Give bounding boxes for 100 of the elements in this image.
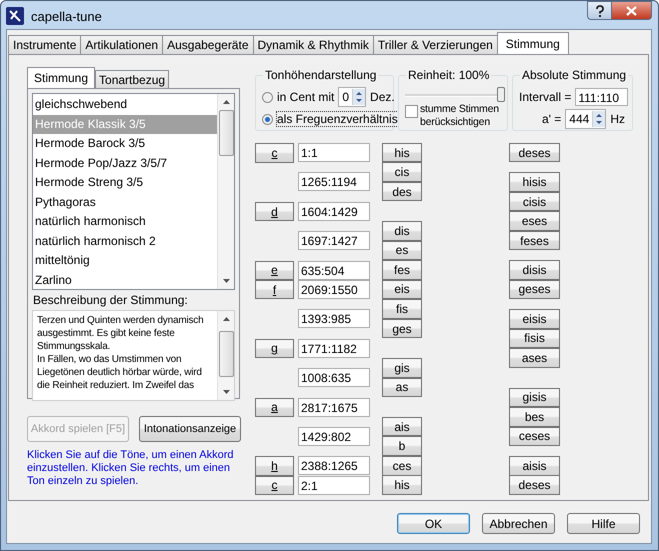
list-item[interactable]: Zarlino: [33, 270, 217, 289]
hint-text: Klicken Sie auf die Töne, um einen Akkord einzustellen. Klicken Sie rechts, um einen Ton einzeln zu spielen.: [27, 449, 234, 488]
list-item[interactable]: natürlich harmonisch 2: [33, 232, 217, 251]
tone-button[interactable]: aisis: [509, 456, 560, 476]
ratio-field[interactable]: 1265:1194: [298, 172, 370, 192]
tone-button[interactable]: hisis: [509, 172, 560, 192]
group-title: Absolute Stimmung: [520, 68, 628, 82]
scroll-up-icon[interactable]: [222, 100, 230, 104]
tone-button[interactable]: ces: [382, 456, 422, 476]
tone-button[interactable]: fes: [382, 260, 422, 280]
scroll-thumb[interactable]: [218, 331, 234, 377]
tone-button[interactable]: dis: [382, 221, 422, 241]
list-item[interactable]: mitteltönig: [33, 251, 217, 270]
scroll-down-icon[interactable]: [222, 390, 230, 394]
dialog-button[interactable]: OK: [397, 513, 470, 534]
scroll-up-icon[interactable]: [222, 317, 230, 321]
tone-button[interactable]: ges: [382, 318, 422, 338]
note-button[interactable]: d: [255, 202, 294, 222]
ratio-field[interactable]: 1697:1427: [298, 231, 370, 250]
tone-button[interactable]: his: [382, 142, 422, 162]
ratio-field[interactable]: 1604:1429: [298, 202, 370, 221]
tab[interactable]: Stimmung: [27, 67, 96, 88]
tone-button[interactable]: geses: [509, 280, 560, 300]
spin-arrows-icon[interactable]: [352, 89, 366, 105]
tone-button[interactable]: gisis: [509, 388, 560, 407]
tone-button[interactable]: eis: [382, 280, 422, 300]
help-button[interactable]: [587, 1, 612, 20]
tab[interactable]: Stimmung: [496, 32, 569, 54]
decimals-spinbox[interactable]: 0: [338, 87, 366, 107]
tone-button[interactable]: feses: [509, 230, 560, 250]
dialog-button[interactable]: Hilfe: [567, 513, 640, 534]
close-button[interactable]: [612, 1, 652, 20]
checkbox[interactable]: [405, 105, 418, 118]
app-icon: [6, 7, 24, 25]
tone-button[interactable]: ases: [509, 348, 560, 368]
note-button[interactable]: h: [255, 456, 294, 476]
list-item[interactable]: Hermode Barock 3/5: [33, 134, 217, 154]
radio-label: in Cent mit: [277, 90, 334, 104]
tab[interactable]: Instrumente: [8, 35, 82, 54]
help-icon: [594, 4, 604, 16]
list-item[interactable]: Hermode Pop/Jazz 3/5/7: [33, 154, 217, 173]
description-text: Terzen und Quinten werden dynamisch ausgestimmt. Es gibt keine feste Stimmungsskala. In Fällen, wo das Umstimmen von Liegetönen deutlich hörbar würde, wird die Reinheit reduziert. Im Zweifel das: [36, 314, 204, 393]
note-button[interactable]: c: [255, 476, 294, 496]
tone-button[interactable]: ais: [382, 416, 422, 436]
tone-button[interactable]: deses: [509, 475, 560, 495]
note-button[interactable]: e: [255, 260, 294, 280]
tab[interactable]: Triller & Verzierungen: [372, 35, 498, 54]
ratio-field[interactable]: 1393:985: [298, 309, 370, 328]
tone-button[interactable]: disis: [509, 260, 560, 280]
scroll-down-icon[interactable]: [222, 279, 230, 283]
ratio-field[interactable]: 2:1: [298, 476, 370, 495]
tab[interactable]: Dynamik & Rhythmik: [252, 35, 374, 54]
note-button[interactable]: c: [255, 143, 294, 162]
tab[interactable]: Ausgabegeräte: [162, 35, 254, 54]
note-button[interactable]: a: [255, 398, 294, 417]
ratio-field[interactable]: 1008:635: [298, 368, 370, 388]
tone-button[interactable]: fis: [382, 299, 422, 319]
tone-button[interactable]: bes: [509, 407, 560, 426]
ratio-field[interactable]: 1429:802: [298, 426, 370, 446]
tone-button[interactable]: deses: [509, 142, 560, 162]
purity-slider[interactable]: [405, 87, 505, 103]
tone-button[interactable]: b: [382, 436, 422, 456]
note-button[interactable]: g: [255, 338, 294, 358]
pitch-spinbox[interactable]: 444: [565, 109, 606, 129]
tone-button[interactable]: eisis: [509, 309, 560, 329]
list-item[interactable]: Hermode Streng 3/5: [33, 173, 217, 192]
radio-button[interactable]: [262, 114, 273, 124]
tone-button[interactable]: cisis: [509, 192, 560, 212]
radio-button[interactable]: [262, 92, 273, 102]
tone-button[interactable]: des: [382, 182, 422, 202]
list-item[interactable]: natürlich harmonisch: [33, 212, 217, 232]
list-item[interactable]: Pythagoras: [33, 192, 217, 212]
tone-button[interactable]: ceses: [509, 426, 560, 446]
tab[interactable]: Artikulationen: [80, 35, 164, 54]
list-item[interactable]: gleichschwebend: [33, 95, 217, 114]
ratio-field[interactable]: 635:504: [298, 260, 370, 280]
scrollbar[interactable]: [217, 311, 234, 400]
tone-button[interactable]: gis: [382, 358, 422, 378]
ratio-field[interactable]: 1:1: [298, 143, 370, 162]
scroll-thumb[interactable]: [218, 110, 234, 156]
ratio-field[interactable]: 2817:1675: [298, 398, 370, 416]
tone-button[interactable]: eses: [509, 211, 560, 231]
tone-button[interactable]: cis: [382, 162, 422, 182]
interval-field[interactable]: 111:110: [575, 88, 628, 106]
spin-arrows-icon[interactable]: [592, 111, 606, 127]
dialog-button[interactable]: Abbrechen: [482, 513, 555, 534]
ratio-field[interactable]: 1771:1182: [298, 338, 370, 358]
tab[interactable]: Tonartbezug: [95, 70, 170, 88]
scrollbar[interactable]: [217, 94, 234, 289]
tone-button[interactable]: es: [382, 240, 422, 260]
ratio-field[interactable]: 2069:1550: [298, 280, 370, 299]
tone-button[interactable]: fisis: [509, 328, 560, 348]
note-button[interactable]: f: [255, 280, 294, 300]
unit-label: Hz: [610, 112, 625, 126]
ratio-field[interactable]: 2388:1265: [298, 456, 370, 476]
radio-label: als Freguenzverhältnis: [277, 112, 398, 126]
tone-button[interactable]: as: [382, 378, 422, 398]
action-button[interactable]: Intonationsanzeige: [139, 416, 241, 442]
tone-button[interactable]: his: [382, 475, 422, 495]
pitch-label: a' =: [542, 112, 562, 126]
